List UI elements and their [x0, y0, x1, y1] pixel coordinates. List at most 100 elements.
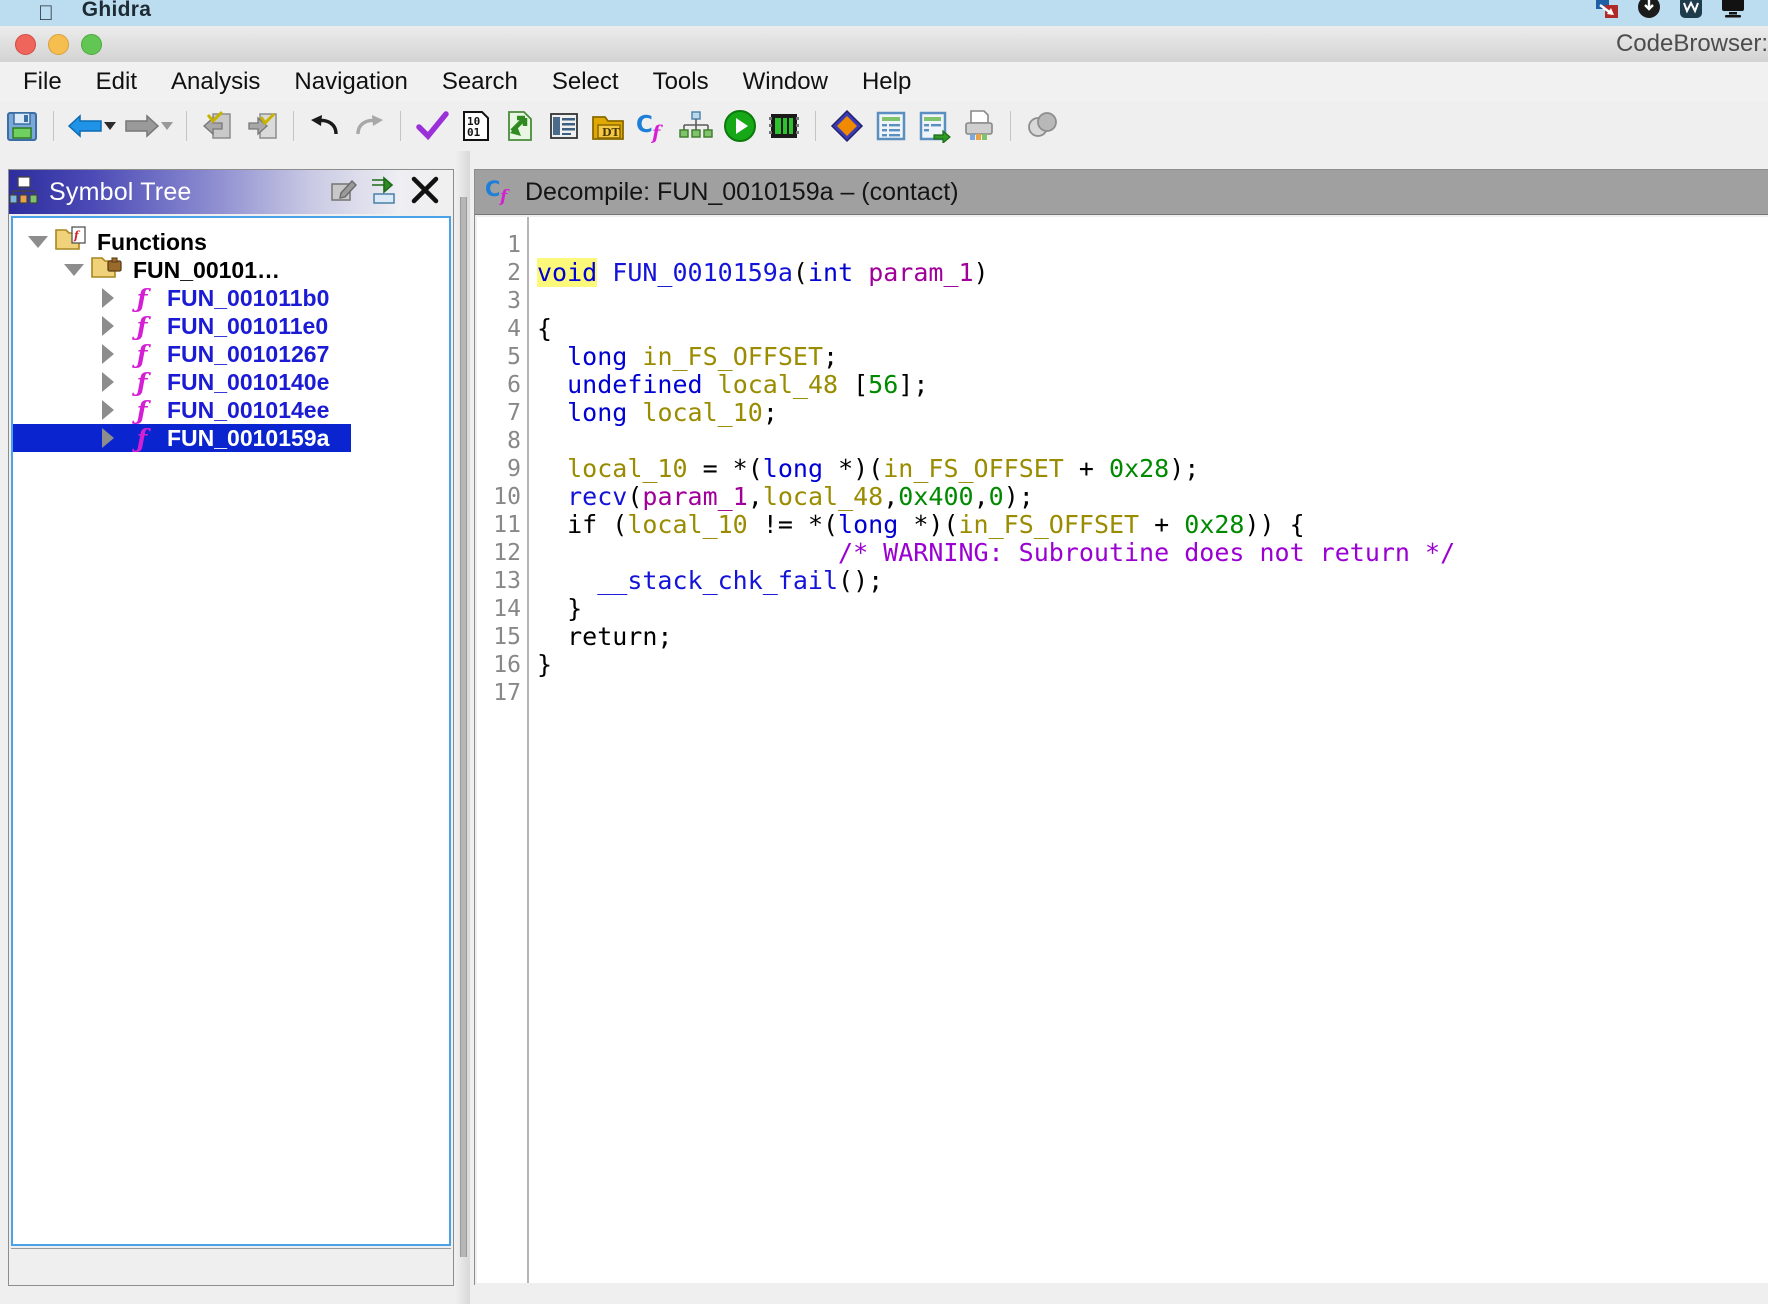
code-line[interactable]: } [537, 595, 1768, 623]
decompiled-code[interactable]: void FUN_0010159a(int param_1) { long in… [527, 217, 1768, 1283]
symbol-tree-panel: Symbol Tree f Functions FUN_00101… ƒ FUN… [8, 169, 454, 1286]
menu-select[interactable]: Select [535, 62, 636, 101]
tree-node-function[interactable]: ƒ FUN_001011e0 [13, 312, 449, 341]
line-number: 5 [507, 344, 521, 370]
forward-arrow-icon[interactable] [122, 106, 162, 146]
menu-help[interactable]: Help [845, 62, 928, 101]
symbol-tree-footer [11, 1248, 451, 1283]
save-icon[interactable] [2, 106, 42, 146]
listing-icon[interactable] [871, 106, 911, 146]
tree-node-functions[interactable]: f Functions [13, 226, 449, 256]
code-line[interactable]: void FUN_0010159a(int param_1) [537, 258, 1768, 287]
decompile-title: Decompile: FUN_0010159a – (contact) [525, 177, 959, 206]
print-icon[interactable] [959, 106, 999, 146]
code-line[interactable]: undefined local_48 [56]; [537, 371, 1768, 399]
tree-node-namespace[interactable]: FUN_00101… [13, 256, 449, 284]
display-icon[interactable] [1720, 0, 1746, 20]
tree-node-function[interactable]: ƒ FUN_00101267 [13, 340, 449, 369]
processor-icon[interactable] [764, 106, 804, 146]
binary-icon[interactable]: 10 01 [456, 106, 496, 146]
forward-dropdown-icon[interactable] [161, 122, 173, 130]
function-icon: ƒ [136, 367, 148, 397]
code-line[interactable] [537, 427, 1768, 455]
toolbar-separator [186, 111, 187, 141]
svg-text:f: f [499, 187, 510, 205]
splitter-grip[interactable] [460, 197, 467, 1257]
download-arrow-icon[interactable] [1636, 0, 1662, 20]
code-line[interactable]: /* WARNING: Subroutine does not return *… [537, 539, 1768, 567]
function-icon: ƒ [136, 283, 148, 313]
code-line[interactable] [537, 679, 1768, 707]
snapshot-listing-icon[interactable] [915, 106, 955, 146]
function-graph-icon[interactable] [676, 106, 716, 146]
decompiler-icon[interactable]: C f [632, 106, 672, 146]
code-line[interactable]: recv(param_1,local_48,0x400,0); [537, 483, 1768, 511]
check-icon[interactable] [412, 106, 452, 146]
code-line[interactable]: return; [537, 623, 1768, 651]
tree-node-label: FUN_001011b0 [167, 284, 330, 311]
tree-node-label: FUN_001014ee [167, 396, 330, 423]
chevron-right-icon[interactable] [91, 400, 125, 420]
chevron-down-icon[interactable] [21, 236, 55, 248]
code-line[interactable]: } [537, 651, 1768, 679]
close-button[interactable] [15, 33, 36, 55]
edit-icon[interactable] [329, 175, 359, 210]
code-line[interactable]: { [537, 315, 1768, 343]
code-line[interactable]: __stack_chk_fail(); [537, 567, 1768, 595]
diamond-icon[interactable] [827, 106, 867, 146]
line-number: 17 [493, 680, 521, 706]
data-type-manager-icon[interactable]: DT [588, 106, 628, 146]
menu-edit[interactable]: Edit [79, 62, 154, 101]
tree-node-label: FUN_0010140e [167, 368, 330, 395]
tree-node-label: FUN_001011e0 [167, 312, 329, 339]
tree-node-function[interactable]: ƒ FUN_001014ee [13, 396, 449, 425]
wacom-icon[interactable] [1678, 0, 1704, 20]
menu-analysis[interactable]: Analysis [154, 62, 277, 101]
menu-window[interactable]: Window [726, 62, 845, 101]
chevron-right-icon[interactable] [91, 344, 125, 364]
run-icon[interactable] [720, 106, 760, 146]
tree-node-function[interactable]: ƒ FUN_001011b0 [13, 283, 449, 313]
symbol-tree-header: Symbol Tree [9, 170, 453, 214]
decompile-body[interactable]: 1 2 3 4 5 6 7 8 9 10 11 12 13 14 15 16 1… [477, 217, 1768, 1283]
function-icon: ƒ [136, 423, 148, 453]
back-arrow-icon[interactable] [65, 106, 105, 146]
code-line[interactable]: long local_10; [537, 399, 1768, 427]
menu-navigation[interactable]: Navigation [277, 62, 424, 101]
chevron-right-icon[interactable] [91, 372, 125, 392]
symbol-tree-body[interactable]: f Functions FUN_00101… ƒ FUN_001011b0 ƒ … [11, 216, 451, 1246]
svg-text:f: f [650, 122, 663, 143]
code-line[interactable]: if (local_10 != *(long *)(in_FS_OFFSET +… [537, 511, 1768, 539]
close-icon[interactable] [409, 174, 441, 211]
undo-icon[interactable] [305, 106, 345, 146]
redo-icon[interactable] [349, 106, 389, 146]
back-dropdown-icon[interactable] [104, 122, 116, 130]
next-function-icon[interactable] [242, 106, 282, 146]
tree-node-label: FUN_0010159a [167, 424, 330, 451]
menu-file[interactable]: File [6, 62, 79, 101]
minimize-button[interactable] [48, 33, 69, 55]
screen-share-icon[interactable] [1594, 0, 1620, 20]
menu-tools[interactable]: Tools [636, 62, 726, 101]
collapse-icon[interactable] [369, 175, 399, 210]
chevron-right-icon[interactable] [91, 428, 125, 448]
overlap-icon[interactable] [1022, 106, 1062, 146]
tree-node-function-selected[interactable]: ƒ FUN_0010159a [13, 423, 351, 453]
chevron-down-icon[interactable] [57, 264, 91, 276]
menu-search[interactable]: Search [425, 62, 535, 101]
code-line[interactable] [537, 287, 1768, 315]
tree-node-function[interactable]: ƒ FUN_0010140e [13, 367, 449, 397]
code-line[interactable]: local_10 = *(long *)(in_FS_OFFSET + 0x28… [537, 455, 1768, 483]
code-line[interactable]: long in_FS_OFFSET; [537, 343, 1768, 371]
chevron-right-icon[interactable] [91, 288, 125, 308]
memory-map-icon[interactable] [544, 106, 584, 146]
code-line[interactable] [537, 231, 1768, 259]
import-icon[interactable] [500, 106, 540, 146]
line-number: 4 [507, 316, 521, 342]
previous-function-icon[interactable] [198, 106, 238, 146]
apple-logo-icon[interactable]:  [38, 3, 54, 24]
zoom-button[interactable] [81, 33, 102, 55]
main-toolbar: 10 01 DT C f [0, 101, 1768, 152]
chevron-right-icon[interactable] [91, 316, 125, 336]
panel-splitter[interactable] [456, 151, 470, 1304]
